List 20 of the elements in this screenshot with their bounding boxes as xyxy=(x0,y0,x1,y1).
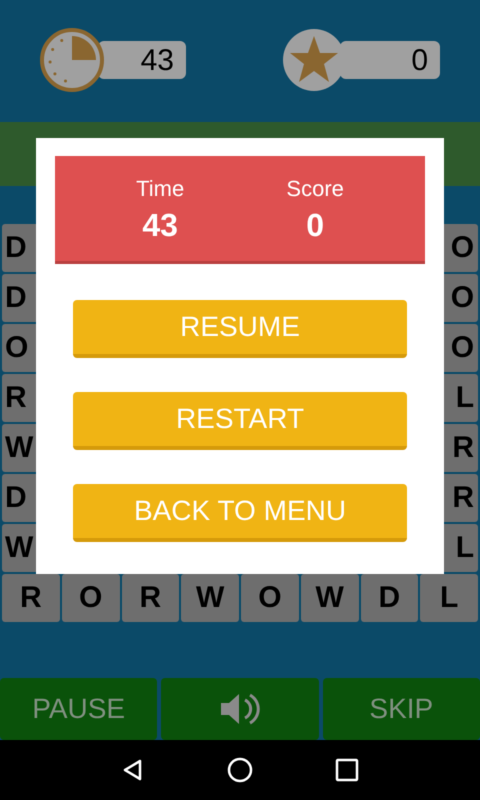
letter-tile[interactable]: D xyxy=(360,574,418,622)
clock-icon xyxy=(40,28,104,92)
letter-tile[interactable]: O xyxy=(241,574,299,622)
letter-tile[interactable]: R xyxy=(2,574,60,622)
home-icon[interactable] xyxy=(227,757,253,783)
stat-value: 43 xyxy=(142,206,178,245)
recents-icon[interactable] xyxy=(335,758,359,782)
letter-tile[interactable]: W xyxy=(300,574,358,622)
letter-tile[interactable]: W xyxy=(181,574,239,622)
stat-value: 0 xyxy=(306,206,324,245)
letter-tile[interactable]: R xyxy=(122,574,180,622)
stat-label: Score xyxy=(286,175,344,203)
letter-tile[interactable]: L xyxy=(420,574,478,622)
stat-label: Time xyxy=(136,175,184,203)
sound-button[interactable] xyxy=(161,678,319,740)
skip-button[interactable]: SKIP xyxy=(322,678,480,740)
score-counter: 0 xyxy=(340,41,440,79)
letter-tile[interactable]: O xyxy=(62,574,120,622)
time-counter: 43 xyxy=(98,41,186,79)
pause-button[interactable]: PAUSE xyxy=(0,678,158,740)
